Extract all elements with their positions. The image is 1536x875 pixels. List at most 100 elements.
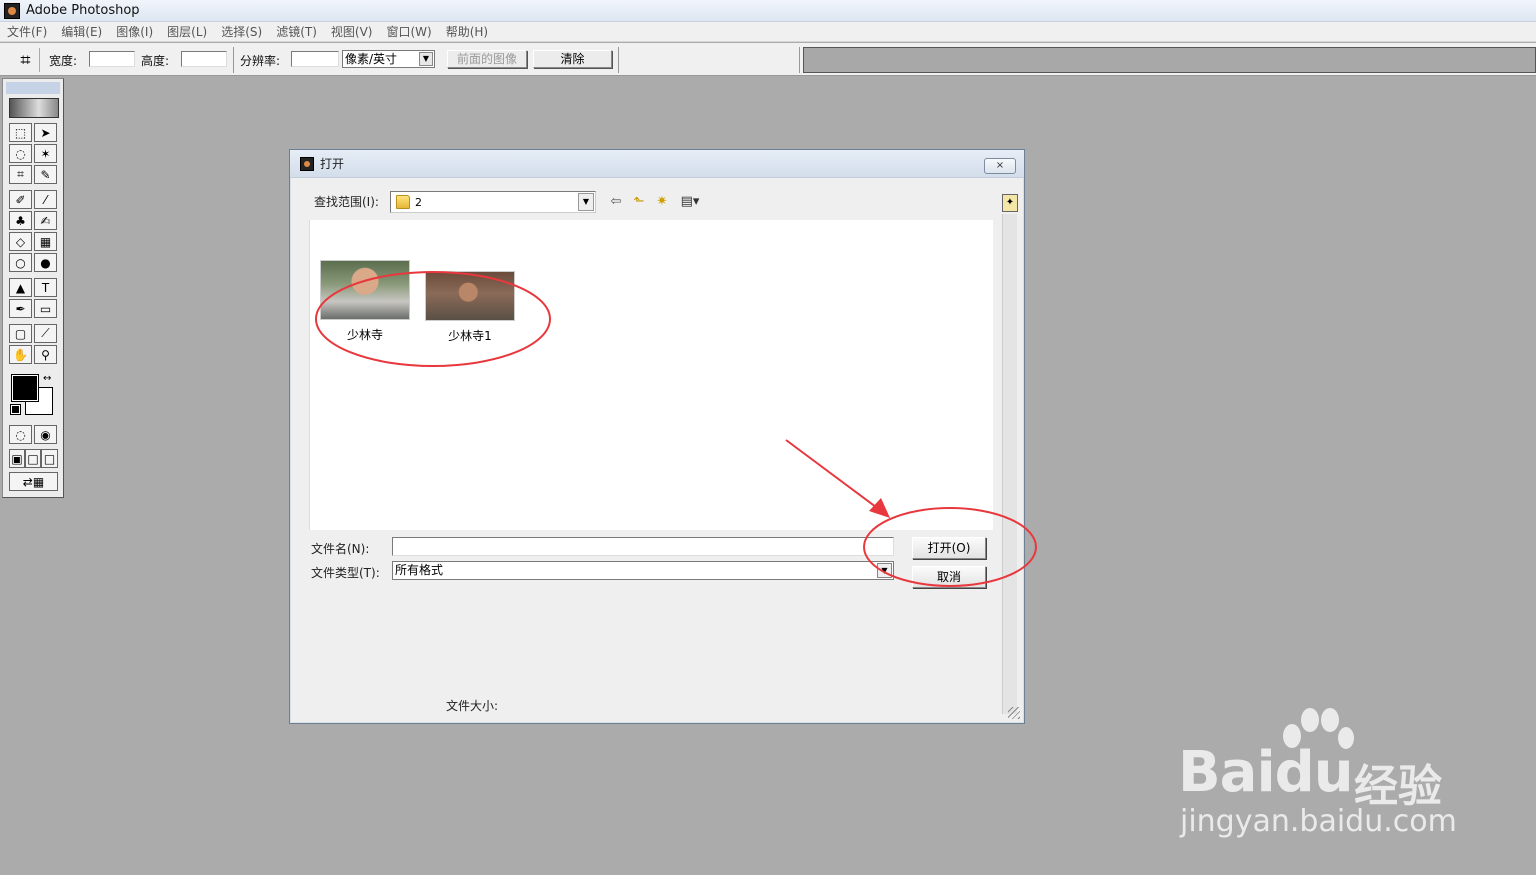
healing-brush-tool-icon[interactable]: ✐ <box>9 190 32 209</box>
menu-image[interactable]: 图像(I) <box>109 23 160 40</box>
file-name-label: 文件名(N): <box>311 542 370 556</box>
chevron-down-icon: ▼ <box>578 193 594 211</box>
file-list-pane[interactable]: 少林寺 少林寺1 <box>309 220 993 530</box>
menu-filter[interactable]: 滤镜(T) <box>269 23 324 40</box>
standard-screen-mode-icon[interactable]: ▣ <box>9 449 25 468</box>
folder-icon <box>396 195 410 209</box>
separator <box>233 47 234 73</box>
eraser-tool-icon[interactable]: ◇ <box>9 232 32 251</box>
brush-tool-icon[interactable]: ⁄ <box>34 190 57 209</box>
photoshop-app-icon <box>4 2 20 19</box>
separator <box>618 47 619 73</box>
crop-tool-icon[interactable]: ⌗ <box>12 48 40 72</box>
file-name-input[interactable] <box>392 537 894 556</box>
type-tool-icon[interactable]: T <box>34 278 57 297</box>
back-arrow-icon[interactable]: ⇦ <box>606 192 626 212</box>
file-type-select[interactable]: 所有格式 ▼ <box>392 561 894 580</box>
view-menu-icon[interactable]: ▤▾ <box>675 192 705 212</box>
side-strip <box>1002 214 1017 714</box>
toolbox-title-bar[interactable] <box>6 82 60 94</box>
file-type-label: 文件类型(T): <box>311 566 380 580</box>
file-name: 少林寺1 <box>448 329 492 343</box>
height-label: 高度: <box>141 54 170 68</box>
menu-file[interactable]: 文件(F) <box>0 23 54 40</box>
hand-tool-icon[interactable]: ✋ <box>9 345 32 364</box>
menu-edit[interactable]: 编辑(E) <box>54 23 109 40</box>
adobe-online-icon[interactable] <box>9 98 59 118</box>
new-folder-icon[interactable]: ✷ <box>652 192 672 212</box>
file-thumbnail <box>425 271 515 321</box>
width-label: 宽度: <box>49 54 78 68</box>
resolution-unit-select[interactable]: 像素/英寸 ▼ <box>342 50 435 68</box>
look-in-value: 2 <box>415 196 422 209</box>
resolution-input[interactable] <box>291 51 339 67</box>
quick-mask-mode-icon[interactable]: ◉ <box>34 425 57 444</box>
gradient-tool-icon[interactable]: ▦ <box>34 232 57 251</box>
separator <box>799 47 800 73</box>
dodge-tool-icon[interactable]: ● <box>34 253 57 272</box>
baidu-watermark: Baidu 经验 jingyan.baidu.com <box>1178 702 1478 852</box>
magic-wand-tool-icon[interactable]: ✶ <box>34 144 57 163</box>
eyedropper-tool-icon[interactable]: ⟋ <box>34 324 57 343</box>
up-folder-icon[interactable]: ⬑ <box>629 192 649 212</box>
watermark-brand: Baidu <box>1178 740 1354 805</box>
zoom-tool-icon[interactable]: ⚲ <box>34 345 57 364</box>
path-selection-tool-icon[interactable]: ▲ <box>9 278 32 297</box>
file-name: 少林寺 <box>346 328 383 342</box>
swap-colors-icon[interactable]: ↔ <box>43 373 51 384</box>
options-bar: ⌗ 宽度: 高度: 分辨率: 像素/英寸 ▼ 前面的图像 清除 <box>0 43 1536 76</box>
notes-tool-icon[interactable]: ▢ <box>9 324 32 343</box>
clear-button[interactable]: 清除 <box>533 50 612 68</box>
foreground-color-swatch[interactable] <box>11 374 39 402</box>
default-colors-icon[interactable] <box>10 404 21 415</box>
chevron-down-icon: ▼ <box>877 563 892 578</box>
palette-well <box>803 47 1536 73</box>
cancel-button[interactable]: 取消 <box>912 566 986 588</box>
lasso-tool-icon[interactable]: ◌ <box>9 144 32 163</box>
resize-grip-icon[interactable] <box>1008 707 1020 719</box>
width-input[interactable] <box>89 51 135 67</box>
move-tool-icon[interactable]: ➤ <box>34 123 57 142</box>
look-in-select[interactable]: 2 ▼ <box>390 191 596 213</box>
resolution-unit-value: 像素/英寸 <box>345 52 398 66</box>
photoshop-app-icon <box>300 156 314 171</box>
height-input[interactable] <box>181 51 227 67</box>
marquee-tool-icon[interactable]: ⬚ <box>9 123 32 142</box>
file-item[interactable]: 少林寺1 <box>425 271 515 344</box>
browser-icon[interactable]: ✦ <box>1002 194 1018 212</box>
menu-help[interactable]: 帮助(H) <box>439 23 495 40</box>
look-in-label: 查找范围(I): <box>314 195 379 209</box>
resolution-label: 分辨率: <box>240 54 281 68</box>
file-item[interactable]: 少林寺 <box>320 260 410 343</box>
history-brush-tool-icon[interactable]: ✍ <box>34 211 57 230</box>
clone-stamp-tool-icon[interactable]: ♣ <box>9 211 32 230</box>
menu-layer[interactable]: 图层(L) <box>160 23 214 40</box>
jump-to-imageready-icon[interactable]: ⇄▦ <box>9 472 58 491</box>
app-title: Adobe Photoshop <box>26 3 140 18</box>
standard-mode-icon[interactable]: ◌ <box>9 425 32 444</box>
menu-view[interactable]: 视图(V) <box>324 23 380 40</box>
dialog-title-bar[interactable]: 打开 <box>290 150 1024 178</box>
rectangle-tool-icon[interactable]: ▭ <box>34 299 57 318</box>
close-icon[interactable]: × <box>984 158 1016 174</box>
menu-bar: 文件(F) 编辑(E) 图像(I) 图层(L) 选择(S) 滤镜(T) 视图(V… <box>0 22 1536 42</box>
chevron-down-icon: ▼ <box>419 52 433 66</box>
open-file-dialog: 打开 × 查找范围(I): 2 ▼ ⇦ ⬑ ✷ ▤▾ ✦ 少林寺 少林寺1 文件… <box>289 149 1025 724</box>
dialog-title: 打开 <box>320 157 345 171</box>
menu-select[interactable]: 选择(S) <box>214 23 269 40</box>
file-size-label: 文件大小: <box>446 699 499 713</box>
title-bar: Adobe Photoshop <box>0 0 1536 22</box>
blur-tool-icon[interactable]: ○ <box>9 253 32 272</box>
pen-tool-icon[interactable]: ✒ <box>9 299 32 318</box>
toolbox: ⬚ ➤ ◌ ✶ ⌗ ✎ ✐ ⁄ ♣ ✍ ◇ ▦ ○ ● ▲ T ✒ ▭ ▢ ⟋ … <box>2 78 64 498</box>
menu-window[interactable]: 窗口(W) <box>379 23 438 40</box>
file-type-value: 所有格式 <box>395 563 444 577</box>
open-button[interactable]: 打开(O) <box>912 537 986 559</box>
watermark-url: jingyan.baidu.com <box>1180 804 1457 839</box>
crop-tool-icon[interactable]: ⌗ <box>9 165 32 184</box>
front-image-button[interactable]: 前面的图像 <box>447 50 527 68</box>
file-thumbnail <box>320 260 410 320</box>
slice-tool-icon[interactable]: ✎ <box>34 165 57 184</box>
full-screen-mode-icon[interactable]: □ <box>41 449 58 468</box>
full-screen-menu-mode-icon[interactable]: □ <box>25 449 41 468</box>
